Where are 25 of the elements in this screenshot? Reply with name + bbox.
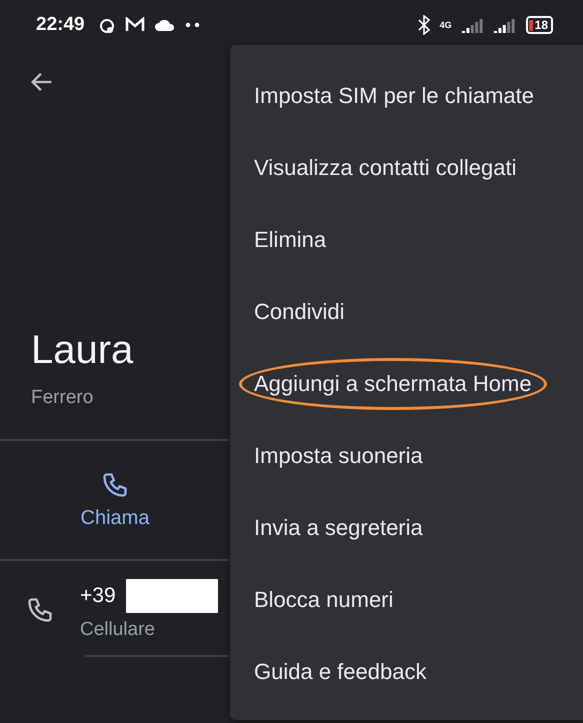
menu-item[interactable]: Blocca numeri xyxy=(230,564,583,636)
battery-indicator: 18 xyxy=(526,16,553,34)
contact-surname: Ferrero xyxy=(31,387,94,409)
menu-item[interactable]: Visualizza contatti collegati xyxy=(230,132,583,204)
menu-item[interactable]: Elimina xyxy=(230,204,583,276)
phone-type: Cellulare xyxy=(80,619,156,641)
cloud-icon xyxy=(154,19,175,31)
call-action[interactable]: Chiama xyxy=(0,441,230,559)
phone-icon xyxy=(26,596,54,624)
menu-item[interactable]: Imposta SIM per le chiamate xyxy=(230,60,583,132)
menu-item[interactable]: Condividi xyxy=(230,276,583,348)
signal-icon xyxy=(494,17,516,33)
status-time: 22:49 xyxy=(36,14,85,36)
phone-icon xyxy=(101,470,129,498)
more-icon xyxy=(184,22,201,28)
mail-icon xyxy=(124,17,145,33)
contact-name: Laura xyxy=(31,328,134,373)
phone-number: +39 xyxy=(80,584,116,608)
alarm-icon xyxy=(98,16,115,34)
signal-icon xyxy=(462,17,484,33)
menu-item[interactable]: Invia a segreteria xyxy=(230,492,583,564)
bluetooth-icon xyxy=(418,15,430,35)
network-type: 4G xyxy=(440,20,452,30)
menu-item[interactable]: Guida e feedback xyxy=(230,636,583,708)
menu-item[interactable]: Imposta suoneria xyxy=(230,420,583,492)
